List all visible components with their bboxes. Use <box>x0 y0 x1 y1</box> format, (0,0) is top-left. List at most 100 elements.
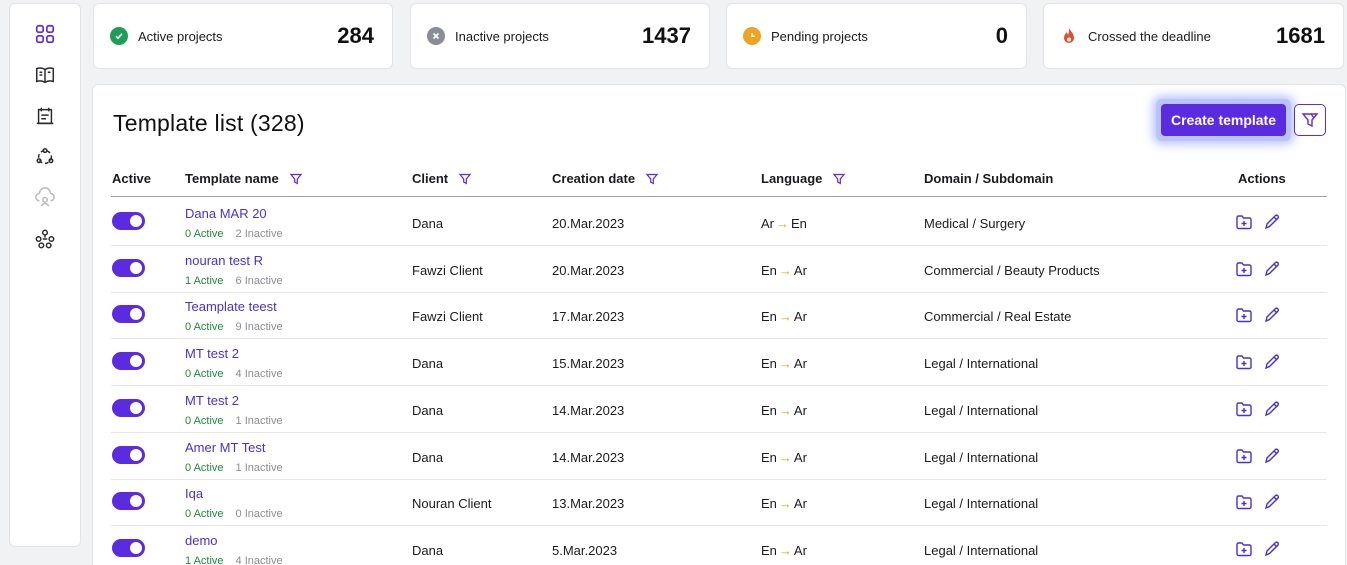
template-name-link[interactable]: demo <box>185 533 218 548</box>
active-toggle[interactable] <box>112 398 145 417</box>
edit-pencil-icon[interactable] <box>1263 447 1281 465</box>
stat-card-inactive: Inactive projects 1437 <box>410 3 710 69</box>
target-language: Ar <box>793 262 807 278</box>
dashboard-grid-icon[interactable] <box>33 22 57 46</box>
language-cell: En → Ar <box>761 450 807 465</box>
template-name-link[interactable]: nouran test R <box>185 253 263 268</box>
add-folder-icon[interactable] <box>1235 447 1253 465</box>
template-status-counts: 0 Active 2 Inactive <box>185 228 283 240</box>
active-toggle[interactable] <box>112 258 145 277</box>
template-name-link[interactable]: Teamplate teest <box>185 299 277 314</box>
active-count: 1 Active <box>185 554 224 565</box>
template-status-counts: 0 Active 0 Inactive <box>185 508 283 520</box>
stat-card-deadline: Crossed the deadline 1681 <box>1043 3 1344 69</box>
inactive-count: 0 Inactive <box>235 508 283 521</box>
inactive-count: 1 Inactive <box>235 461 283 474</box>
x-circle-icon <box>427 27 445 45</box>
language-cell: En → Ar <box>761 543 807 558</box>
arrow-right-icon: → <box>778 356 792 372</box>
template-name-link[interactable]: MT test 2 <box>185 393 239 408</box>
creation-date-cell: 14.Mar.2023 <box>552 402 625 418</box>
target-language: En <box>791 216 807 231</box>
domain-cell: Commercial / Real Estate <box>924 309 1072 325</box>
stat-value: 284 <box>337 23 374 48</box>
table-row: MT test 2 0 Active 1 Inactive Dana 14.Mar… <box>111 386 1327 433</box>
column-header-language[interactable]: Language <box>761 171 846 186</box>
column-header-client[interactable]: Client <box>412 171 472 186</box>
column-header-creation-date[interactable]: Creation date <box>552 171 659 186</box>
add-folder-icon[interactable] <box>1235 540 1253 558</box>
column-filter-icon[interactable] <box>833 173 846 185</box>
add-folder-icon[interactable] <box>1235 493 1253 511</box>
edit-pencil-icon[interactable] <box>1263 213 1281 231</box>
edit-pencil-icon[interactable] <box>1263 493 1281 511</box>
active-toggle[interactable] <box>112 212 145 230</box>
target-language: Ar <box>793 496 807 512</box>
creation-date-cell: 17.Mar.2023 <box>552 309 625 325</box>
add-folder-icon[interactable] <box>1235 353 1253 371</box>
active-toggle[interactable] <box>112 352 145 371</box>
filter-button[interactable] <box>1294 104 1326 136</box>
hierarchy-icon[interactable] <box>33 227 57 251</box>
table-row: demo 1 Active 4 Inactive Dana 5.Mar.2023 … <box>111 526 1327 565</box>
cloud-user-icon <box>33 186 57 210</box>
column-header-domain: Domain / Subdomain <box>924 171 1054 186</box>
fire-icon <box>1060 27 1078 45</box>
arrow-right-icon: → <box>778 402 792 418</box>
edit-pencil-icon[interactable] <box>1263 540 1281 558</box>
add-folder-icon[interactable] <box>1235 400 1253 418</box>
active-toggle[interactable] <box>112 305 145 324</box>
client-cell: Dana <box>412 449 444 465</box>
arrow-right-icon: → <box>778 449 792 465</box>
edit-pencil-icon[interactable] <box>1263 306 1281 324</box>
template-status-counts: 0 Active 1 Inactive <box>185 415 283 427</box>
table-header: Active Template name Client Creation dat… <box>111 169 1327 197</box>
create-template-button[interactable]: Create template <box>1161 104 1286 136</box>
inactive-count: 4 Inactive <box>235 554 283 565</box>
template-name-link[interactable]: MT test 2 <box>185 346 239 361</box>
domain-cell: Commercial / Beauty Products <box>924 262 1100 278</box>
active-toggle[interactable] <box>112 538 145 557</box>
book-icon[interactable] <box>33 63 57 87</box>
add-folder-icon[interactable] <box>1235 213 1253 231</box>
stat-card-active: Active projects 284 <box>93 3 393 69</box>
language-cell: En → Ar <box>761 263 807 278</box>
column-filter-icon[interactable] <box>289 173 302 185</box>
source-language: En <box>761 496 777 512</box>
active-count: 0 Active <box>185 368 224 381</box>
inactive-count: 2 Inactive <box>235 228 283 240</box>
template-name-link[interactable]: Iqa <box>185 486 203 501</box>
calendar-note-icon[interactable] <box>33 104 57 128</box>
source-language: En <box>761 449 777 465</box>
active-toggle[interactable] <box>112 492 145 511</box>
team-circle-icon[interactable] <box>33 145 57 169</box>
source-language: En <box>761 542 777 558</box>
inactive-count: 1 Inactive <box>235 414 283 427</box>
active-count: 0 Active <box>185 228 224 240</box>
page-title: Template list (328) <box>113 110 305 136</box>
add-folder-icon[interactable] <box>1235 260 1253 278</box>
template-status-counts: 0 Active 1 Inactive <box>185 462 283 474</box>
template-name-link[interactable]: Dana MAR 20 <box>185 206 267 221</box>
table-row: Iqa 0 Active 0 Inactive Nouran Client 13.… <box>111 479 1327 527</box>
template-name-link[interactable]: Amer MT Test <box>185 440 265 455</box>
language-cell: En → Ar <box>761 309 807 324</box>
inactive-count: 4 Inactive <box>235 368 283 381</box>
domain-cell: Medical / Surgery <box>924 216 1026 231</box>
check-circle-icon <box>110 27 128 45</box>
inactive-count: 9 Inactive <box>235 321 283 334</box>
language-cell: En → Ar <box>761 356 807 371</box>
add-folder-icon[interactable] <box>1235 306 1253 324</box>
domain-cell: Legal / International <box>924 449 1039 465</box>
source-language: En <box>761 402 777 418</box>
column-filter-icon[interactable] <box>459 173 472 185</box>
clock-icon <box>743 27 761 45</box>
column-header-template-name[interactable]: Template name <box>185 171 302 186</box>
active-toggle[interactable] <box>112 445 145 464</box>
edit-pencil-icon[interactable] <box>1263 260 1281 278</box>
column-filter-icon[interactable] <box>646 173 659 185</box>
edit-pencil-icon[interactable] <box>1263 400 1281 418</box>
edit-pencil-icon[interactable] <box>1263 353 1281 371</box>
inactive-count: 6 Inactive <box>235 274 283 287</box>
active-count: 1 Active <box>185 274 224 287</box>
